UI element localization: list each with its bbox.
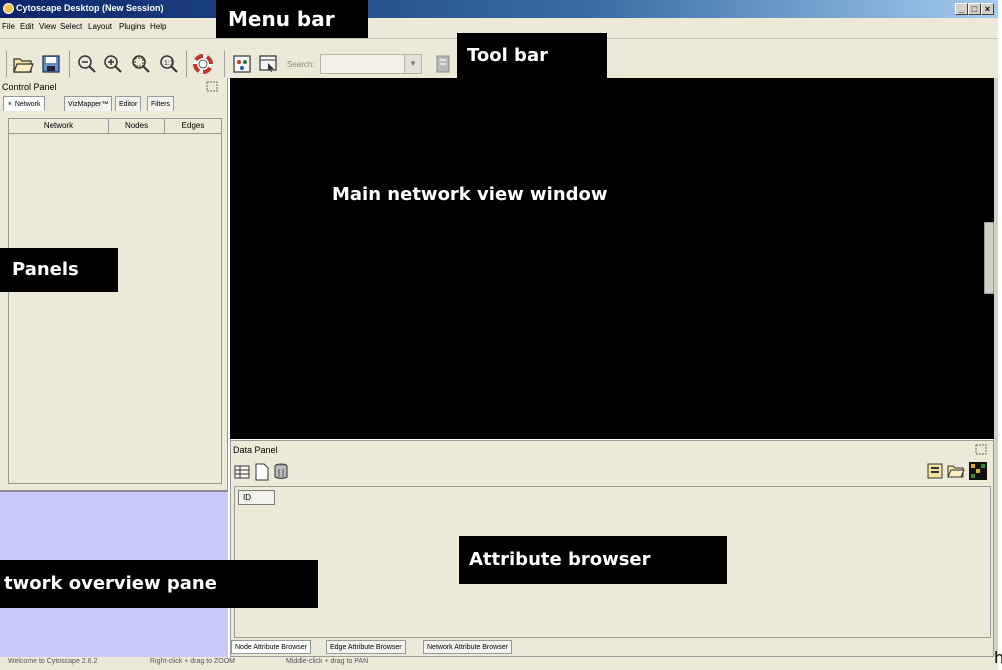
help-icon[interactable] [192, 53, 214, 75]
menu-file[interactable]: File [2, 22, 15, 31]
annotation-tool-bar: Tool bar [457, 33, 607, 79]
delete-attribute-icon[interactable] [273, 462, 289, 482]
select-icon[interactable] [257, 53, 279, 75]
attribute-icon[interactable] [432, 53, 454, 75]
annotation-panels: Panels [0, 248, 118, 292]
tab-editor[interactable]: Editor [115, 96, 142, 111]
zoom-out-icon[interactable] [76, 53, 98, 75]
cytoscape-app-icon [3, 3, 14, 14]
annotation-attribute-browser: Attribute browser [459, 536, 727, 584]
tab-network[interactable]: ✶ Network [3, 96, 45, 111]
zoom-in-icon[interactable] [102, 53, 124, 75]
menu-select[interactable]: Select [60, 22, 82, 31]
search-dropdown-icon[interactable]: ▼ [404, 55, 421, 73]
menu-plugins[interactable]: Plugins [119, 22, 145, 31]
title-bar: Cytoscape Desktop (New Session) _ □ × [0, 0, 998, 18]
annotation-overview-pane: twork overview pane [0, 560, 318, 608]
select-attributes-icon[interactable] [234, 464, 250, 482]
window-title: Cytoscape Desktop (New Session) [16, 3, 164, 13]
control-panel-title: Control Panel [2, 82, 57, 92]
create-network-icon[interactable] [231, 53, 253, 75]
float-panel-icon[interactable] [206, 81, 218, 94]
side-panel-handle[interactable] [984, 222, 994, 294]
tab-network-attribute-browser[interactable]: Network Attribute Browser [423, 640, 512, 654]
zoom-fit-icon[interactable]: 1:1 [158, 53, 180, 75]
column-network[interactable]: Network [9, 119, 109, 133]
column-id[interactable]: ID [238, 490, 275, 505]
status-pan-hint: Middle-click + drag to PAN [286, 658, 369, 665]
toolbar-separator [224, 51, 225, 77]
toolbar-separator [69, 51, 70, 77]
maximize-button[interactable]: □ [968, 3, 981, 15]
import-table-icon[interactable] [927, 463, 943, 481]
status-zoom-hint: Right-click + drag to ZOOM [150, 658, 235, 665]
search-label: Search: [287, 60, 315, 69]
status-welcome: Welcome to Cytoscape 2.6.2 [8, 658, 98, 665]
toolbar-separator [6, 51, 7, 77]
tab-network-label: Network [14, 101, 41, 108]
float-panel-icon[interactable] [975, 444, 987, 457]
menu-view[interactable]: View [39, 22, 56, 31]
menu-edit[interactable]: Edit [20, 22, 34, 31]
toolbar-separator [186, 51, 187, 77]
close-button[interactable]: × [981, 3, 994, 15]
network-tab-icon: ✶ [7, 101, 13, 108]
tab-filters[interactable]: Filters [147, 96, 175, 111]
tab-node-attribute-browser[interactable]: Node Attribute Browser [231, 640, 311, 654]
new-attribute-icon[interactable] [254, 463, 270, 483]
save-session-icon[interactable] [40, 53, 62, 75]
network-table-header: Network Nodes Edges [8, 118, 222, 134]
open-folder-icon[interactable] [947, 463, 965, 481]
status-bar: Welcome to Cytoscape 2.6.2 Right-click +… [0, 657, 998, 670]
column-nodes[interactable]: Nodes [109, 119, 165, 133]
zoom-selected-icon[interactable] [130, 53, 152, 75]
column-edges[interactable]: Edges [165, 119, 221, 133]
annotation-main-view: Main network view window [320, 176, 650, 214]
edge-fragment-text: h [994, 648, 1002, 667]
right-edge-strip [994, 78, 998, 657]
network-table-body[interactable] [8, 134, 222, 484]
minimize-button[interactable]: _ [955, 3, 968, 15]
menu-layout[interactable]: Layout [88, 22, 112, 31]
annotation-menu-bar: Menu bar [216, 0, 368, 38]
open-session-icon[interactable] [12, 53, 34, 75]
matrix-view-icon[interactable] [969, 462, 987, 482]
tab-vizmapper[interactable]: VizMapper™ [64, 96, 113, 111]
main-network-view[interactable] [230, 78, 994, 439]
tab-edge-attribute-browser[interactable]: Edge Attribute Browser [326, 640, 406, 654]
svg-text:1:1: 1:1 [164, 60, 174, 67]
data-panel-title: Data Panel [233, 445, 278, 455]
menu-help[interactable]: Help [150, 22, 166, 31]
